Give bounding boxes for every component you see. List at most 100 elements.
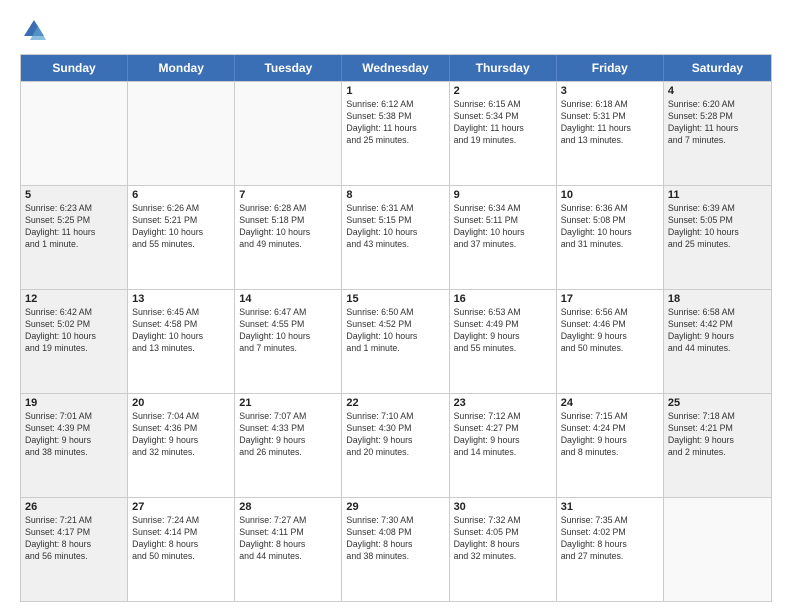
day-number: 29 [346,501,444,513]
weekday-header-saturday: Saturday [664,55,771,81]
calendar-row-2: 12Sunrise: 6:42 AM Sunset: 5:02 PM Dayli… [21,289,771,393]
day-cell-20: 20 Sunrise: 7:04 AM Sunset: 4:36 PM Dayli… [128,394,235,497]
day-cell-13: 13 Sunrise: 6:45 AM Sunset: 4:58 PM Dayli… [128,290,235,393]
day-cell-23: 23 Sunrise: 7:12 AM Sunset: 4:27 PM Dayli… [450,394,557,497]
day-info: Sunrise: 6:36 AM Sunset: 5:08 PM Dayligh… [561,203,659,251]
weekday-header-monday: Monday [128,55,235,81]
calendar-header: SundayMondayTuesdayWednesdayThursdayFrid… [21,55,771,81]
day-cell-18: 18 Sunrise: 6:58 AM Sunset: 4:42 PM Dayli… [664,290,771,393]
day-number: 6 [132,189,230,201]
day-info: Sunrise: 7:01 AM Sunset: 4:39 PM Dayligh… [25,411,123,459]
day-info: Sunrise: 6:15 AM Sunset: 5:34 PM Dayligh… [454,99,552,147]
logo-icon [20,16,48,44]
weekday-header-friday: Friday [557,55,664,81]
day-cell-28: 28 Sunrise: 7:27 AM Sunset: 4:11 PM Dayli… [235,498,342,601]
empty-cell-0-1 [128,82,235,185]
calendar-row-4: 26 Sunrise: 7:21 AM Sunset: 4:17 PM Dayli… [21,497,771,601]
day-info: Sunrise: 6:28 AM Sunset: 5:18 PM Dayligh… [239,203,337,251]
day-cell-14: 14 Sunrise: 6:47 AM Sunset: 4:55 PM Dayli… [235,290,342,393]
day-info: Sunrise: 6:58 AM Sunset: 4:42 PM Dayligh… [668,307,767,355]
day-info: Sunrise: 7:24 AM Sunset: 4:14 PM Dayligh… [132,515,230,563]
empty-cell-4-6 [664,498,771,601]
day-number: 12 [25,293,123,305]
day-cell-5: 5 Sunrise: 6:23 AM Sunset: 5:25 PM Daylig… [21,186,128,289]
day-cell-31: 31Sunrise: 7:35 AM Sunset: 4:02 PM Dayli… [557,498,664,601]
day-info: Sunrise: 6:20 AM Sunset: 5:28 PM Dayligh… [668,99,767,147]
day-cell-11: 11 Sunrise: 6:39 AM Sunset: 5:05 PM Dayli… [664,186,771,289]
day-number: 31 [561,501,659,513]
day-info: Sunrise: 7:12 AM Sunset: 4:27 PM Dayligh… [454,411,552,459]
day-number: 22 [346,397,444,409]
day-info: Sunrise: 6:18 AM Sunset: 5:31 PM Dayligh… [561,99,659,147]
day-info: Sunrise: 7:04 AM Sunset: 4:36 PM Dayligh… [132,411,230,459]
day-number: 20 [132,397,230,409]
day-info: Sunrise: 7:18 AM Sunset: 4:21 PM Dayligh… [668,411,767,459]
day-cell-29: 29 Sunrise: 7:30 AM Sunset: 4:08 PM Dayli… [342,498,449,601]
day-number: 14 [239,293,337,305]
day-number: 3 [561,85,659,97]
day-number: 5 [25,189,123,201]
day-number: 23 [454,397,552,409]
day-number: 13 [132,293,230,305]
day-number: 28 [239,501,337,513]
day-info: Sunrise: 6:39 AM Sunset: 5:05 PM Dayligh… [668,203,767,251]
empty-cell-0-2 [235,82,342,185]
day-info: Sunrise: 7:21 AM Sunset: 4:17 PM Dayligh… [25,515,123,563]
day-cell-17: 17 Sunrise: 6:56 AM Sunset: 4:46 PM Dayli… [557,290,664,393]
calendar-row-3: 19 Sunrise: 7:01 AM Sunset: 4:39 PM Dayli… [21,393,771,497]
weekday-header-wednesday: Wednesday [342,55,449,81]
day-cell-24: 24Sunrise: 7:15 AM Sunset: 4:24 PM Dayli… [557,394,664,497]
day-cell-7: 7 Sunrise: 6:28 AM Sunset: 5:18 PM Daylig… [235,186,342,289]
day-info: Sunrise: 7:07 AM Sunset: 4:33 PM Dayligh… [239,411,337,459]
day-number: 16 [454,293,552,305]
calendar: SundayMondayTuesdayWednesdayThursdayFrid… [20,54,772,602]
header [20,16,772,44]
day-number: 1 [346,85,444,97]
day-number: 18 [668,293,767,305]
calendar-body: 1 Sunrise: 6:12 AM Sunset: 5:38 PM Daylig… [21,81,771,601]
day-cell-27: 27Sunrise: 7:24 AM Sunset: 4:14 PM Dayli… [128,498,235,601]
day-number: 9 [454,189,552,201]
day-info: Sunrise: 6:45 AM Sunset: 4:58 PM Dayligh… [132,307,230,355]
day-info: Sunrise: 6:26 AM Sunset: 5:21 PM Dayligh… [132,203,230,251]
day-cell-9: 9Sunrise: 6:34 AM Sunset: 5:11 PM Daylig… [450,186,557,289]
day-info: Sunrise: 7:32 AM Sunset: 4:05 PM Dayligh… [454,515,552,563]
day-cell-26: 26 Sunrise: 7:21 AM Sunset: 4:17 PM Dayli… [21,498,128,601]
day-info: Sunrise: 6:12 AM Sunset: 5:38 PM Dayligh… [346,99,444,147]
day-number: 17 [561,293,659,305]
day-number: 2 [454,85,552,97]
day-number: 10 [561,189,659,201]
day-number: 7 [239,189,337,201]
day-cell-3: 3 Sunrise: 6:18 AM Sunset: 5:31 PM Daylig… [557,82,664,185]
day-cell-21: 21 Sunrise: 7:07 AM Sunset: 4:33 PM Dayli… [235,394,342,497]
day-cell-4: 4 Sunrise: 6:20 AM Sunset: 5:28 PM Daylig… [664,82,771,185]
day-info: Sunrise: 6:31 AM Sunset: 5:15 PM Dayligh… [346,203,444,251]
day-number: 21 [239,397,337,409]
day-number: 26 [25,501,123,513]
day-info: Sunrise: 7:10 AM Sunset: 4:30 PM Dayligh… [346,411,444,459]
weekday-header-tuesday: Tuesday [235,55,342,81]
day-number: 4 [668,85,767,97]
day-info: Sunrise: 6:53 AM Sunset: 4:49 PM Dayligh… [454,307,552,355]
day-cell-22: 22 Sunrise: 7:10 AM Sunset: 4:30 PM Dayli… [342,394,449,497]
day-info: Sunrise: 6:50 AM Sunset: 4:52 PM Dayligh… [346,307,444,355]
day-cell-16: 16 Sunrise: 6:53 AM Sunset: 4:49 PM Dayli… [450,290,557,393]
day-info: Sunrise: 6:56 AM Sunset: 4:46 PM Dayligh… [561,307,659,355]
day-number: 30 [454,501,552,513]
day-cell-19: 19 Sunrise: 7:01 AM Sunset: 4:39 PM Dayli… [21,394,128,497]
page: SundayMondayTuesdayWednesdayThursdayFrid… [0,0,792,612]
calendar-row-1: 5 Sunrise: 6:23 AM Sunset: 5:25 PM Daylig… [21,185,771,289]
day-number: 19 [25,397,123,409]
day-info: Sunrise: 6:47 AM Sunset: 4:55 PM Dayligh… [239,307,337,355]
day-cell-10: 10 Sunrise: 6:36 AM Sunset: 5:08 PM Dayli… [557,186,664,289]
logo [20,16,52,44]
day-number: 24 [561,397,659,409]
day-cell-25: 25 Sunrise: 7:18 AM Sunset: 4:21 PM Dayli… [664,394,771,497]
day-info: Sunrise: 7:27 AM Sunset: 4:11 PM Dayligh… [239,515,337,563]
day-info: Sunrise: 6:23 AM Sunset: 5:25 PM Dayligh… [25,203,123,251]
day-number: 25 [668,397,767,409]
day-number: 15 [346,293,444,305]
day-info: Sunrise: 7:30 AM Sunset: 4:08 PM Dayligh… [346,515,444,563]
day-number: 11 [668,189,767,201]
calendar-row-0: 1 Sunrise: 6:12 AM Sunset: 5:38 PM Daylig… [21,81,771,185]
